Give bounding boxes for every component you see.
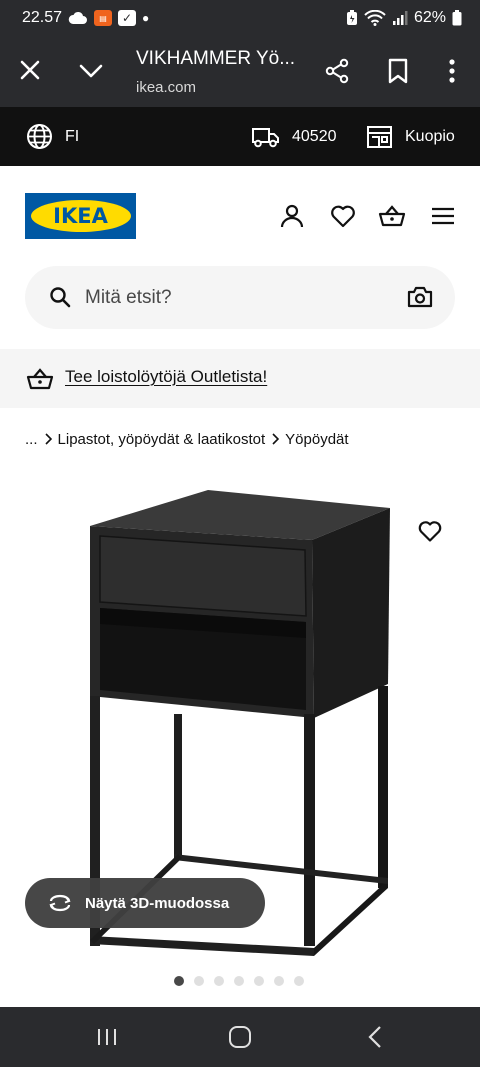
checkbox-notification-icon: ✓ (118, 10, 137, 26)
heart-icon[interactable] (329, 202, 357, 230)
back-icon[interactable] (363, 1025, 389, 1049)
search-bar (25, 266, 455, 329)
utility-bar: FI 40520 Kuopio (0, 107, 480, 166)
search-icon[interactable] (48, 285, 72, 309)
cloud-icon (68, 11, 88, 24)
status-time: 22.57 (22, 9, 63, 26)
menu-icon[interactable] (429, 202, 457, 230)
recent-apps-icon[interactable] (94, 1025, 120, 1049)
delivery-truck-icon (252, 127, 279, 147)
page-url: ikea.com (136, 79, 197, 96)
close-icon[interactable] (18, 58, 42, 82)
shopping-basket-icon (26, 368, 54, 390)
status-bar: 22.57 ▤ ✓ ● 62% (0, 0, 480, 36)
rotate-3d-icon (49, 894, 71, 912)
more-icon[interactable] (440, 58, 464, 84)
outlet-link[interactable]: Tee loistolöytöjä Outletista! (65, 367, 267, 387)
view-3d-label: Näytä 3D-muodossa (85, 894, 230, 912)
breadcrumb-ellipsis[interactable]: ... (25, 431, 38, 448)
carousel-dot[interactable] (194, 976, 204, 986)
view-3d-button[interactable]: Näytä 3D-muodossa (25, 878, 265, 928)
share-icon[interactable] (324, 58, 350, 84)
logo-text: IKEA (53, 204, 108, 228)
chevron-down-icon[interactable] (78, 58, 104, 84)
page-title: VIKHAMMER Yö... (136, 48, 296, 69)
system-nav-bar (0, 1007, 480, 1067)
carousel-dot[interactable] (214, 976, 224, 986)
signal-icon (392, 11, 408, 25)
breadcrumb: ... Lipastot, yöpöydät & laatikostot Yöp… (25, 428, 349, 450)
carousel-dot[interactable] (254, 976, 264, 986)
carousel-dot[interactable] (274, 976, 284, 986)
breadcrumb-item[interactable]: Lipastot, yöpöydät & laatikostot (58, 431, 266, 448)
wifi-icon (364, 10, 386, 26)
carousel-dot[interactable] (294, 976, 304, 986)
store-selector[interactable]: Kuopio (366, 107, 455, 166)
carousel-dot[interactable] (174, 976, 184, 986)
store-icon (367, 125, 392, 148)
chevron-right-icon (38, 433, 58, 445)
cart-icon[interactable] (378, 202, 406, 230)
camera-search-icon[interactable] (407, 284, 433, 310)
breadcrumb-item[interactable]: Yöpöydät (285, 431, 348, 448)
ikea-logo[interactable]: IKEA (25, 193, 136, 239)
postal-code-label: 40520 (292, 127, 337, 145)
battery-icon (452, 10, 462, 26)
chevron-right-icon (265, 433, 285, 445)
user-icon[interactable] (278, 202, 306, 230)
add-to-favorites-icon[interactable] (417, 518, 443, 544)
battery-percent: 62% (413, 9, 446, 26)
search-input[interactable] (85, 266, 385, 329)
battery-saver-icon (346, 10, 357, 25)
home-icon[interactable] (227, 1025, 253, 1049)
image-carousel-indicator (174, 976, 304, 986)
store-label: Kuopio (405, 127, 455, 145)
carousel-dot[interactable] (234, 976, 244, 986)
language-selector[interactable]: FI (26, 107, 79, 166)
outlet-banner: Tee loistolöytöjä Outletista! (0, 349, 480, 408)
globe-icon (27, 124, 52, 149)
browser-toolbar: VIKHAMMER Yö... ikea.com (0, 36, 480, 107)
dot-icon: ● (142, 11, 150, 25)
language-label: FI (65, 127, 80, 145)
postal-code-selector[interactable]: 40520 (252, 107, 337, 166)
bookmark-icon[interactable] (386, 58, 410, 84)
app-notification-icon: ▤ (94, 10, 113, 26)
